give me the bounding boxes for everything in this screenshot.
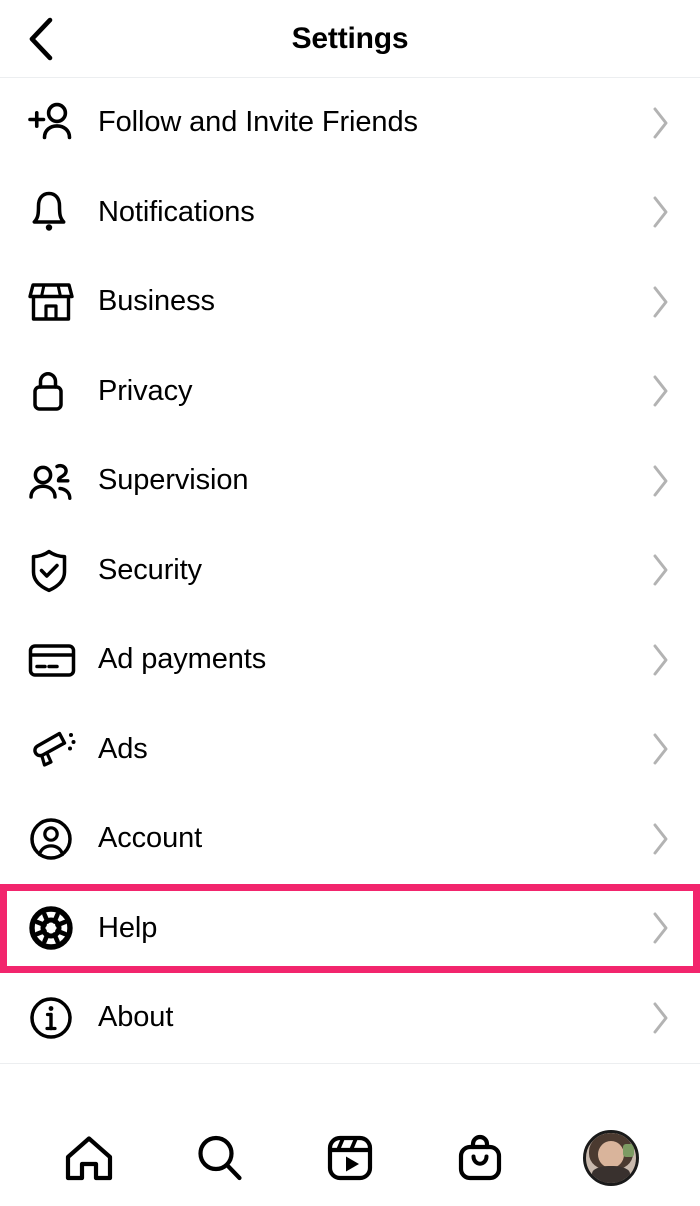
nav-shop-button[interactable] bbox=[444, 1122, 516, 1194]
chevron-right-icon bbox=[644, 374, 678, 408]
life-ring-icon bbox=[22, 903, 80, 953]
credit-card-icon bbox=[22, 640, 80, 680]
storefront-icon bbox=[22, 278, 80, 326]
settings-row-privacy[interactable]: Privacy bbox=[0, 346, 700, 436]
chevron-right-icon bbox=[644, 285, 678, 319]
lock-icon bbox=[22, 366, 80, 416]
info-circle-icon bbox=[22, 993, 80, 1043]
profile-avatar bbox=[582, 1129, 639, 1186]
settings-row-supervision[interactable]: Supervision bbox=[0, 436, 700, 526]
settings-row-ad-payments[interactable]: Ad payments bbox=[0, 615, 700, 705]
nav-home-button[interactable] bbox=[53, 1122, 125, 1194]
shield-check-icon bbox=[22, 545, 80, 595]
settings-row-label: Business bbox=[98, 285, 215, 318]
page-title: Settings bbox=[291, 21, 409, 55]
reels-icon bbox=[322, 1130, 378, 1186]
two-people-icon bbox=[22, 459, 80, 503]
settings-row-label: Supervision bbox=[98, 464, 249, 497]
home-icon bbox=[61, 1130, 117, 1186]
settings-row-business[interactable]: Business bbox=[0, 257, 700, 347]
settings-row-label: Notifications bbox=[98, 195, 255, 228]
chevron-right-icon bbox=[644, 643, 678, 677]
settings-list: Follow and Invite Friends Notifications bbox=[0, 78, 700, 1063]
settings-row-follow-and-invite-friends[interactable]: Follow and Invite Friends bbox=[0, 78, 700, 168]
chevron-right-icon bbox=[644, 464, 678, 498]
settings-row-label: Help bbox=[98, 911, 158, 944]
settings-row-label: Ad payments bbox=[98, 643, 267, 676]
lower-scroll-section: Add account bbox=[0, 1062, 700, 1116]
account-circle-icon bbox=[22, 814, 80, 864]
avatar-photo-background bbox=[622, 1143, 634, 1157]
shopping-bag-icon bbox=[452, 1130, 508, 1186]
chevron-right-icon bbox=[644, 911, 678, 945]
settings-row-label: Account bbox=[98, 822, 203, 855]
settings-row-label: Privacy bbox=[98, 374, 193, 407]
screen-header: Settings bbox=[0, 0, 700, 78]
nav-reels-button[interactable] bbox=[314, 1122, 386, 1194]
chevron-right-icon bbox=[644, 732, 678, 766]
settings-row-help[interactable]: Help bbox=[0, 883, 700, 973]
chevron-right-icon bbox=[644, 822, 678, 856]
settings-row-account[interactable]: Account bbox=[0, 794, 700, 884]
settings-row-notifications[interactable]: Notifications bbox=[0, 167, 700, 257]
bell-icon bbox=[22, 187, 80, 237]
settings-row-security[interactable]: Security bbox=[0, 525, 700, 615]
settings-row-label: Ads bbox=[98, 732, 148, 765]
megaphone-icon bbox=[22, 725, 80, 773]
settings-row-about[interactable]: About bbox=[0, 973, 700, 1063]
avatar-photo-face bbox=[597, 1140, 624, 1168]
chevron-right-icon bbox=[644, 106, 678, 140]
settings-row-label: About bbox=[98, 1001, 174, 1034]
avatar-photo-body bbox=[591, 1165, 630, 1183]
instagram-settings-screen: Settings Follow and Invite Friends Notif… bbox=[0, 0, 700, 1206]
nav-search-button[interactable] bbox=[184, 1122, 256, 1194]
bottom-navigation-bar bbox=[0, 1109, 700, 1206]
add-person-icon bbox=[22, 100, 80, 146]
chevron-right-icon bbox=[644, 1001, 678, 1035]
search-icon bbox=[192, 1130, 248, 1186]
chevron-right-icon bbox=[644, 195, 678, 229]
nav-profile-button[interactable] bbox=[575, 1122, 647, 1194]
settings-row-ads[interactable]: Ads bbox=[0, 704, 700, 794]
settings-row-label: Follow and Invite Friends bbox=[98, 106, 418, 139]
chevron-right-icon bbox=[644, 553, 678, 587]
settings-row-label: Security bbox=[98, 553, 202, 586]
